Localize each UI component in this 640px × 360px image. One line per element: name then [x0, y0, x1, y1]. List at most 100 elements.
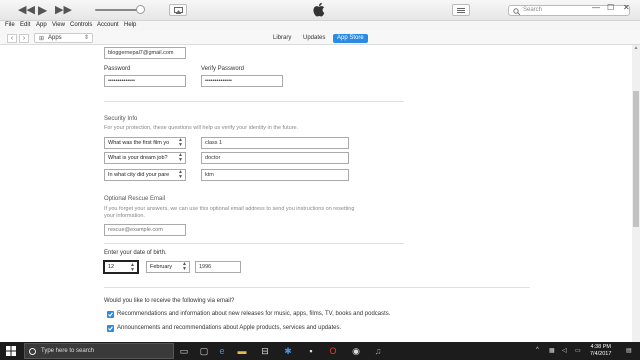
- email-field[interactable]: bloggernepal7@gmail.com: [104, 47, 186, 59]
- cortana-icon: [29, 348, 36, 355]
- chevron-updown-icon: ⇕: [83, 35, 89, 41]
- menu-app[interactable]: App: [36, 22, 47, 28]
- itunes-icon[interactable]: ♫: [372, 345, 384, 357]
- chevron-right-icon: ›: [22, 35, 26, 42]
- tab-updates[interactable]: Updates: [303, 34, 325, 43]
- dob-day-select[interactable]: 12 ▲ ▼: [103, 260, 139, 274]
- battery-icon[interactable]: ▭: [575, 347, 581, 354]
- check-icon: [108, 326, 113, 331]
- store-icon[interactable]: ⊟: [259, 345, 271, 357]
- taskbar-search-placeholder: Type here to search: [41, 348, 95, 354]
- airplay-button[interactable]: [169, 4, 187, 16]
- menu-controls[interactable]: Controls: [70, 22, 92, 28]
- chevron-up-icon[interactable]: ^: [536, 347, 539, 353]
- security-question-3-select[interactable]: In what city did your pare ▲ ▼: [104, 169, 186, 181]
- player-toolbar: ◀◀ ▶ ▶▶ Search — ☐ ✕: [0, 0, 640, 21]
- verify-password-field[interactable]: ••••••••••••••: [201, 75, 283, 87]
- back-button[interactable]: ‹: [7, 34, 17, 43]
- divider: [104, 243, 404, 244]
- chevron-left-icon: ‹: [10, 35, 14, 42]
- menu-edit[interactable]: Edit: [20, 22, 30, 28]
- password-label: Password: [104, 66, 131, 72]
- edge-icon[interactable]: e: [216, 345, 228, 357]
- menu-file[interactable]: File: [5, 22, 15, 28]
- announcements-checkbox[interactable]: [107, 325, 114, 332]
- chevron-updown-icon: ▲ ▼: [178, 137, 183, 148]
- rescue-email-description-cont: your information.: [104, 213, 145, 219]
- system-clock[interactable]: 4:38 PM 7/4/2017: [590, 344, 611, 358]
- password-field[interactable]: ••••••••••••••: [104, 75, 186, 87]
- security-info-heading: Security Info: [104, 116, 138, 122]
- scrollbar[interactable]: ▲: [632, 45, 640, 342]
- folder-icon[interactable]: ▢: [198, 345, 210, 357]
- volume-icon[interactable]: ◁: [562, 347, 567, 354]
- create-apple-id-form: bloggernepal7@gmail.com Password •••••••…: [0, 45, 632, 342]
- notifications-icon[interactable]: ▤: [626, 347, 632, 354]
- bluetooth-icon[interactable]: ✱: [282, 345, 294, 357]
- close-icon[interactable]: ✕: [623, 3, 630, 12]
- security-question-2-select[interactable]: What is your dream job? ▲ ▼: [104, 152, 186, 164]
- security-question-2: What is your dream job?: [108, 155, 168, 161]
- navigation-bar: ‹ › ⊞ Apps ⇕ Library Updates App Store: [0, 31, 640, 45]
- dob-month-value: February: [150, 264, 173, 270]
- media-kind-select[interactable]: ⊞ Apps ⇕: [34, 33, 93, 43]
- email-preferences-label: Would you like to receive the following …: [104, 298, 235, 304]
- rewind-icon[interactable]: ◀◀: [18, 4, 35, 16]
- airplay-icon: [174, 7, 183, 14]
- up-next-button[interactable]: [452, 4, 470, 16]
- security-question-1: What was the first film yo: [108, 140, 170, 146]
- windows-taskbar: Type here to search ▭ ▢ e ▬ ⊟ ✱ ▪ O ◉ ♫ …: [0, 342, 640, 360]
- dob-month-select[interactable]: February ▲ ▼: [146, 261, 190, 273]
- minimize-icon[interactable]: —: [592, 3, 600, 12]
- volume-slider[interactable]: [95, 9, 140, 11]
- menu-view[interactable]: View: [52, 22, 65, 28]
- clock-time: 4:38 PM: [590, 344, 611, 350]
- network-icon[interactable]: ▦: [549, 347, 555, 354]
- scroll-up-icon[interactable]: ▲: [632, 45, 640, 52]
- chevron-updown-icon: ▲ ▼: [130, 262, 135, 273]
- chrome-icon[interactable]: ◉: [350, 345, 362, 357]
- dob-year-field[interactable]: 1996: [195, 261, 241, 273]
- forward-button[interactable]: ›: [19, 34, 29, 43]
- dob-label: Enter your date of birth.: [104, 250, 167, 256]
- taskbar-search-input[interactable]: Type here to search: [24, 343, 174, 359]
- security-question-1-select[interactable]: What was the first film yo ▲ ▼: [104, 137, 186, 149]
- clock-date: 7/4/2017: [590, 351, 612, 357]
- scrollbar-thumb[interactable]: [633, 91, 639, 227]
- chevron-updown-icon: ▲ ▼: [178, 169, 183, 180]
- windows-start-icon[interactable]: [6, 346, 16, 356]
- divider: [104, 287, 530, 288]
- divider: [104, 101, 404, 102]
- rescue-email-field[interactable]: [104, 224, 186, 236]
- tab-library[interactable]: Library: [273, 34, 291, 43]
- apple-logo-icon: [313, 2, 325, 17]
- security-answer-1-field[interactable]: class 1: [201, 137, 349, 149]
- opera-icon[interactable]: O: [327, 345, 339, 357]
- rescue-email-description: If you forget your answers, we can use t…: [104, 206, 355, 212]
- list-icon-line: [457, 12, 465, 13]
- file-explorer-icon[interactable]: ▬: [236, 345, 248, 357]
- search-placeholder: Search: [523, 7, 543, 13]
- menu-help[interactable]: Help: [124, 22, 136, 28]
- check-icon: [108, 312, 113, 317]
- maximize-icon[interactable]: ☐: [607, 3, 614, 12]
- rescue-email-heading: Optional Rescue Email: [104, 196, 166, 202]
- app-icon[interactable]: ▪: [305, 345, 317, 357]
- menu-bar: File Edit App View Controls Account Help: [0, 21, 640, 31]
- security-answer-2-field[interactable]: doctor: [201, 152, 349, 164]
- menu-account[interactable]: Account: [97, 22, 119, 28]
- list-icon: [457, 8, 465, 9]
- newsletter-checkbox[interactable]: [107, 311, 114, 318]
- chevron-updown-icon: ▲ ▼: [178, 152, 183, 163]
- media-kind-label: Apps: [48, 35, 62, 41]
- play-icon[interactable]: ▶: [38, 4, 47, 16]
- fast-forward-icon[interactable]: ▶▶: [55, 4, 72, 16]
- security-answer-3-field[interactable]: ktm: [201, 169, 349, 181]
- task-view-icon[interactable]: ▭: [178, 345, 190, 357]
- apps-icon: ⊞: [39, 36, 45, 42]
- tab-app-store[interactable]: App Store: [333, 34, 368, 43]
- chevron-updown-icon: ▲ ▼: [182, 261, 187, 272]
- security-question-3: In what city did your pare: [108, 172, 170, 178]
- list-icon-line: [457, 10, 465, 11]
- volume-knob[interactable]: [136, 5, 145, 14]
